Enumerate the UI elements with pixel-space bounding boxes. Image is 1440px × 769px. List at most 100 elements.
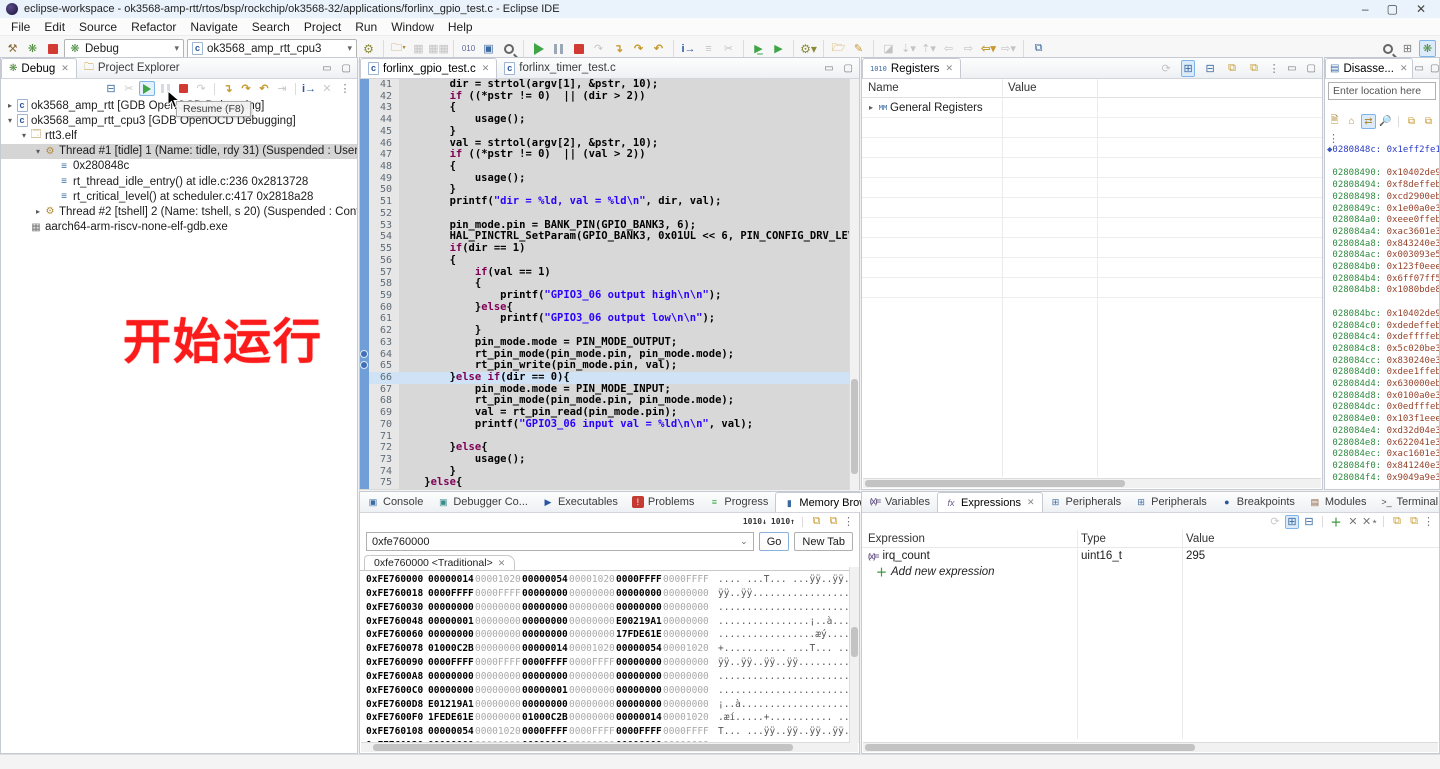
instruction-stepping-icon[interactable]: i→ [680,40,697,57]
breakpoint-gutter[interactable] [360,208,369,220]
perspective-debug-icon[interactable]: ❋ [1419,40,1436,57]
close-icon[interactable]: ✕ [945,63,953,74]
code-line[interactable]: 50 } [360,184,859,196]
column-name[interactable]: Name [862,82,1002,94]
breakpoint-gutter[interactable] [360,278,369,290]
code-line[interactable]: 49 usage(); [360,173,859,185]
perspective-java-icon[interactable]: ⊞ [1399,40,1416,57]
breakpoint-gutter[interactable] [360,454,369,466]
binary-icon[interactable]: 010 [460,40,477,57]
code-line[interactable]: 53 pin_mode.pin = BANK_PIN(GPIO_BANK3, 6… [360,220,859,232]
collapse-all-icon[interactable]: ⊟ [1203,60,1217,77]
memory-row[interactable]: 0xFE760030000000000000000000000000000000… [366,601,859,615]
code-line[interactable]: 62 } [360,325,859,337]
disassembly-line[interactable]: 028084c0: 0xdedeffeb [1327,321,1439,333]
memory-monitor-tab[interactable]: 0xfe760000 <Traditional> ✕ [364,555,515,570]
disassembly-line[interactable]: 028084cc: 0x830240e3 [1327,356,1439,368]
tab-modules[interactable]: ▤Modules [1302,492,1374,512]
use-step-filters-icon[interactable]: ✕ [319,81,335,96]
code-line[interactable]: 56 { [360,255,859,267]
tab-peripherals-2[interactable]: ⊞Peripherals [1128,492,1214,512]
expander-icon[interactable]: ▾ [19,131,29,140]
breakpoint-gutter[interactable] [360,126,369,138]
menu-refactor[interactable]: Refactor [124,19,183,35]
memory-row[interactable]: 0xFE7600900000FFFF0000FFFF0000FFFF0000FF… [366,656,859,670]
tab-forlinx-timer-test[interactable]: c forlinx_timer_test.c [497,58,623,78]
console-view-icon[interactable]: ▣ [480,40,497,57]
minimize-view-icon[interactable]: ▭ [1287,63,1298,74]
disassembly-line[interactable]: 028084d4: 0x630000eb [1327,379,1439,391]
breakpoint-gutter[interactable] [360,79,369,91]
code-line[interactable]: 55 if(dir == 1) [360,243,859,255]
breakpoint-gutter[interactable] [360,267,369,279]
breakpoint-icon[interactable] [360,361,368,369]
view-menu-icon[interactable]: ⋮ [1424,515,1433,529]
breakpoint-gutter[interactable] [360,102,369,114]
breakpoint-gutter[interactable] [360,442,369,454]
memory-row[interactable]: 0xFE7600D8E01219A10000000000000000000000… [366,698,859,712]
code-line[interactable]: 44 usage(); [360,114,859,126]
column-value[interactable]: Value [1002,82,1037,94]
code-line[interactable]: 42 if ((*pstr != 0) || (dir > 2)) [360,91,859,103]
breakpoint-gutter[interactable] [360,161,369,173]
code-line[interactable]: 66 }else if(dir == 0){ [360,372,859,384]
breakpoint-gutter[interactable] [360,220,369,232]
breakpoint-gutter[interactable] [360,384,369,396]
tab-breakpoints[interactable]: ●Breakpoints [1214,492,1302,512]
breakpoint-gutter[interactable] [360,196,369,208]
add-expression-row[interactable]: ＋Add new expression [862,564,1439,580]
next-annotation-icon[interactable]: ⇣▾ [900,40,917,57]
step-return-icon[interactable]: ↶ [256,81,272,96]
breakpoint-gutter[interactable] [360,372,369,384]
pin-view-icon[interactable]: ⧉ [1247,60,1261,77]
expander-icon[interactable]: ▸ [33,207,43,216]
close-icon[interactable]: ✕ [498,558,506,569]
code-line[interactable]: 59 printf("GPIO3_06 output high\n\n"); [360,290,859,302]
memory-address-input[interactable]: 0xfe760000 ⌄ [366,532,754,551]
disassembly-line[interactable]: 028084e4: 0xd32d04e3 [1327,426,1439,438]
disassembly-line[interactable]: 028084d8: 0x0100a0e3 [1327,391,1439,403]
remove-expression-icon[interactable]: ✕ [1346,515,1360,529]
code-line[interactable]: 71 [360,431,859,443]
quick-access-search-icon[interactable] [1379,40,1396,57]
breakpoint-gutter[interactable] [360,114,369,126]
maximize-view-icon[interactable]: ▢ [1430,63,1439,74]
memory-vertical-scrollbar[interactable] [849,567,859,743]
column-divider[interactable] [1182,530,1183,739]
restart-icon[interactable]: ↷ [193,81,209,96]
disassembly-line[interactable]: 028084a0: 0xeee0ffeb [1327,215,1439,227]
breakpoint-gutter[interactable] [360,477,369,489]
code-line[interactable]: 65 rt_pin_write(pin_mode.pin, val); [360,360,859,372]
build-hammer-icon[interactable]: ⚒ [4,40,21,57]
close-icon[interactable]: ✕ [1400,63,1408,74]
disassembly-line[interactable]: 028084e8: 0x622041e3 [1327,438,1439,450]
tab-console[interactable]: ▣Console [360,492,430,512]
drag-handle-icon[interactable]: ⋮ [1325,133,1342,145]
menu-edit[interactable]: Edit [37,19,72,35]
menu-file[interactable]: File [4,19,37,35]
instruction-stepping-icon[interactable]: i→ [301,81,317,96]
close-icon[interactable]: ✕ [61,63,69,74]
memory-grid[interactable]: 0xFE760000000000140000102000000054000010… [360,571,859,753]
column-divider[interactable] [1077,530,1078,739]
code-line[interactable]: 54 HAL_PINCTRL_SetParam(GPIO_BANK3, 0x01… [360,231,859,243]
code-line[interactable]: 73 usage(); [360,454,859,466]
breakpoint-gutter[interactable] [360,337,369,349]
code-line[interactable]: 60 }else{ [360,302,859,314]
drop-to-frame-icon[interactable]: ⇥ [274,81,290,96]
disassembly-line[interactable]: ◆0280848c: 0x1eff2fe1 [1327,145,1439,157]
search-file-icon[interactable] [500,40,517,57]
debug-bug-icon[interactable]: ❋ [24,40,41,57]
code-line[interactable]: 70 printf("GPIO3_06 input val = %ld\n\n"… [360,419,859,431]
show-columns-icon[interactable]: ⊞ [1181,60,1195,77]
column-divider[interactable] [1002,79,1003,477]
breakpoint-gutter[interactable] [360,407,369,419]
memory-row[interactable]: 0xFE7600A8000000000000000000000000000000… [366,670,859,684]
disassembly-line[interactable]: 028084c4: 0xdeffffeb [1327,332,1439,344]
disassembly-line[interactable]: 028084a8: 0x843240e3 [1327,239,1439,251]
little-endian-icon[interactable]: 1010↓ [743,517,767,526]
save-icon[interactable]: ▦ [410,40,427,57]
code-line[interactable]: 63 pin_mode.mode = PIN_MODE_OUTPUT; [360,337,859,349]
disassembly-line[interactable]: 028084f0: 0x841240e3 [1327,461,1439,473]
minimize-view-icon[interactable]: ▭ [824,63,835,74]
